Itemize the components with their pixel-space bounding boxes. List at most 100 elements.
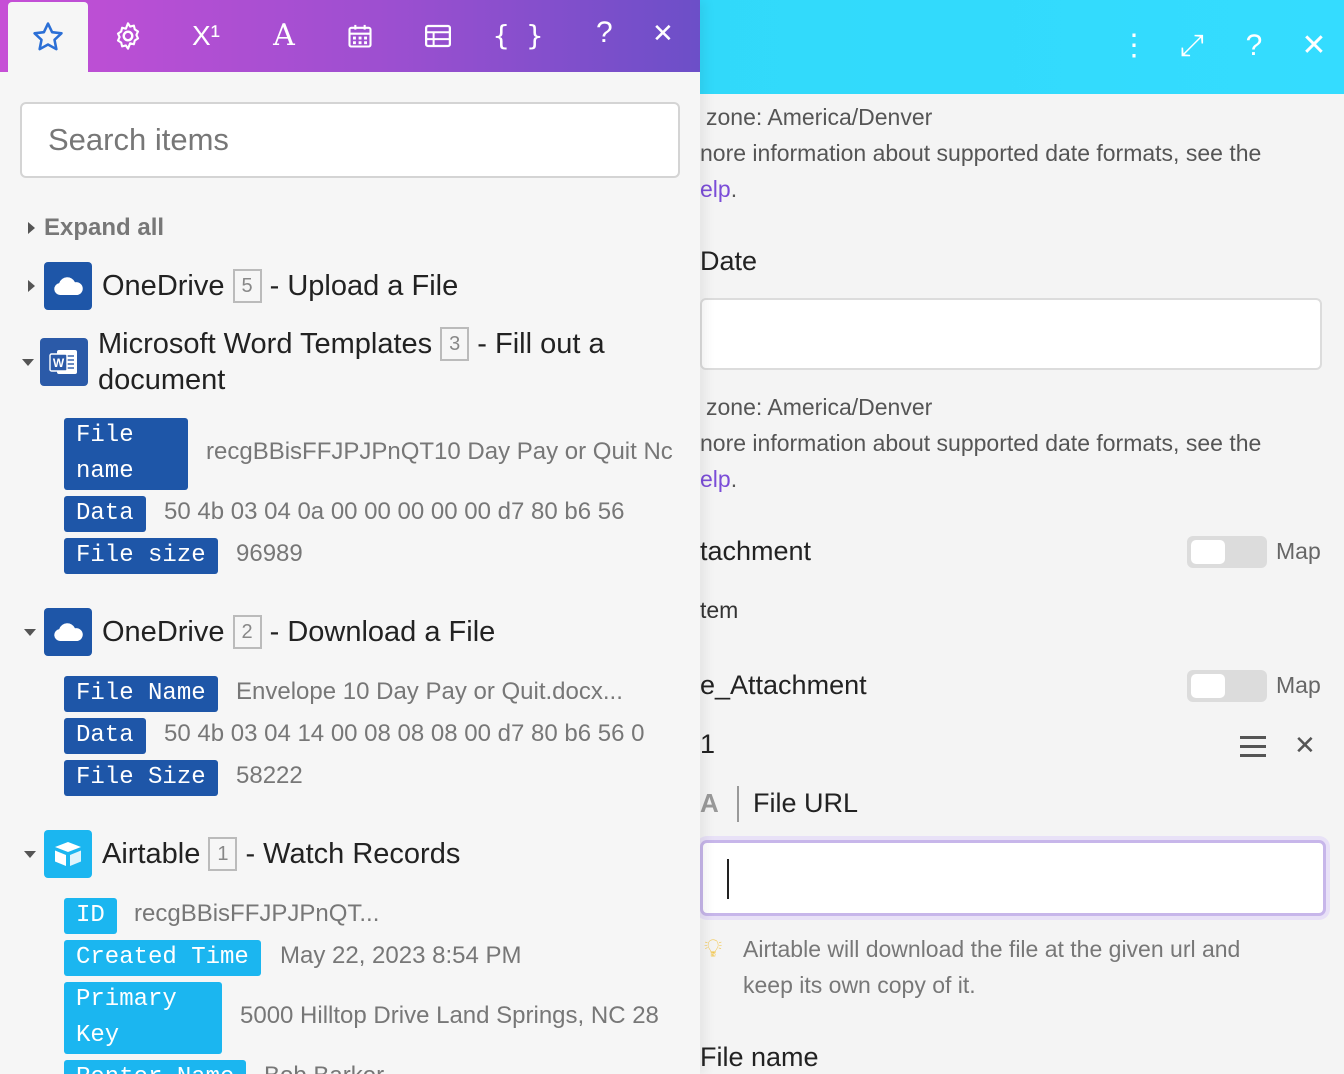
timezone-note-2: zone: America/Denver [706, 394, 933, 420]
tab-date-functions[interactable] [320, 0, 400, 72]
help-link-line: elp. [700, 176, 738, 202]
close-icon[interactable]: ✕ [652, 18, 674, 49]
module-app-name: Microsoft Word Templates [98, 328, 433, 360]
calendar-icon [348, 24, 372, 48]
toggle-knob [1191, 540, 1225, 564]
expand-icon[interactable]: ⤢ [1172, 26, 1212, 66]
search-input[interactable] [20, 102, 680, 178]
word-icon: W [40, 338, 88, 386]
mapping-pill-data[interactable]: Data [64, 496, 146, 532]
mapping-toolbar: X¹ A { } ? ✕ [0, 0, 700, 72]
date-field-label: Date [700, 246, 758, 276]
module-title[interactable]: OneDrive 5- Upload a File [102, 268, 458, 304]
pill-label: Key [76, 1022, 120, 1049]
mapping-pill-renter-name[interactable]: Renter Name [64, 1060, 247, 1074]
field-value: May 22, 2023 8:54 PM [280, 942, 522, 969]
tab-json-functions[interactable]: { } [478, 0, 558, 72]
module-app-name: OneDrive [102, 270, 225, 302]
tab-text-functions[interactable]: A [244, 0, 324, 72]
date-format-note-2: nore information about supported date fo… [700, 430, 1262, 456]
pill-label: File [76, 422, 134, 449]
field-value: recgBBisFFJPJPnQT... [134, 900, 380, 927]
collapse-caret-icon[interactable] [22, 359, 34, 366]
help-icon[interactable]: ? [596, 16, 613, 50]
item-text: tem [700, 597, 739, 623]
superscript-icon: X¹ [192, 20, 220, 51]
tab-array-functions[interactable] [398, 0, 478, 72]
gear-icon [116, 22, 140, 50]
collapse-caret-icon[interactable] [24, 851, 36, 858]
field-value: Bob Barker [264, 1062, 384, 1074]
field-value: 5000 Hilltop Drive Land Springs, NC 28 [240, 1002, 659, 1029]
attachment-label: tachment [700, 536, 812, 566]
mapping-pill-primary-key[interactable]: Primary Key [64, 982, 222, 1054]
module-title[interactable]: OneDrive 2- Download a File [102, 614, 495, 650]
star-icon [33, 22, 63, 51]
help-icon[interactable]: ? [1234, 26, 1274, 66]
module-badge: 3 [440, 327, 470, 361]
table-icon [425, 24, 451, 48]
map-label: Map [1276, 672, 1321, 698]
hint-text: Airtable will download the file at the g… [743, 936, 1241, 962]
file-url-label: File URL [753, 788, 859, 818]
field-value: 96989 [236, 540, 303, 567]
tab-favorites[interactable] [8, 2, 88, 72]
module-badge: 2 [232, 615, 262, 649]
help-link-2[interactable]: elp [700, 466, 731, 492]
expand-all-caret-icon[interactable] [28, 222, 35, 234]
tab-general-functions[interactable] [88, 0, 168, 72]
collapse-caret-icon[interactable] [28, 280, 35, 292]
field-value: recgBBisFFJPJPnQT10 Day Pay or Quit Nc [206, 438, 673, 465]
onedrive-icon [44, 608, 92, 656]
help-link-line-2: elp. [700, 466, 738, 492]
mapping-pill-data[interactable]: Data [64, 718, 146, 754]
expand-all-link[interactable]: Expand all [44, 214, 164, 242]
close-icon[interactable]: ✕ [1294, 26, 1334, 66]
module-badge: 1 [208, 837, 238, 871]
module-badge: 5 [232, 269, 262, 303]
mapping-pill-id[interactable]: ID [64, 898, 117, 934]
field-value: 50 4b 03 04 0a 00 00 00 00 00 d7 80 b6 5… [164, 498, 625, 525]
pill-label: name [76, 458, 134, 485]
mapping-pill-file-size[interactable]: File size [64, 538, 218, 574]
mapping-panel: X¹ A { } ? ✕ Expand all OneDrive5- Uploa… [0, 0, 700, 1074]
field-value: Envelope 10 Day Pay or Quit.docx... [236, 678, 623, 705]
module-action: - Fill out a [477, 328, 605, 360]
module-action: - Watch Records [245, 838, 461, 870]
reorder-icon[interactable] [1240, 734, 1266, 757]
map-toggle-type-attachment[interactable] [1187, 670, 1267, 702]
module-action: - Download a File [269, 616, 496, 648]
type-attachment-label: e_Attachment [700, 670, 867, 700]
map-toggle-attachment[interactable] [1187, 536, 1267, 568]
mapping-pill-file-size[interactable]: File Size [64, 760, 218, 796]
field-value: 58222 [236, 762, 303, 789]
module-title[interactable]: Airtable 1- Watch Records [102, 836, 460, 872]
braces-icon: { } [492, 19, 544, 52]
help-link[interactable]: elp [700, 176, 731, 202]
file-url-input[interactable] [700, 840, 1326, 916]
module-app-name: Airtable [102, 838, 201, 870]
map-label: Map [1276, 538, 1321, 564]
date-format-note: nore information about supported date fo… [700, 140, 1262, 166]
onedrive-icon [44, 262, 92, 310]
mapping-pill-created-time[interactable]: Created Time [64, 940, 261, 976]
collapse-caret-icon[interactable] [24, 629, 36, 636]
field-value: 50 4b 03 04 14 00 08 08 08 00 d7 80 b6 5… [164, 720, 645, 747]
timezone-note: zone: America/Denver [706, 104, 933, 130]
remove-item-icon[interactable]: ✕ [1294, 730, 1316, 761]
module-title[interactable]: Microsoft Word Templates 3- Fill out a [98, 326, 605, 362]
airtable-icon [44, 830, 92, 878]
text-type-icon: A [700, 788, 719, 818]
mapping-pill-file-name[interactable]: File name [64, 418, 188, 490]
toggle-knob [1191, 674, 1225, 698]
kebab-menu-icon[interactable]: ⋮ [1114, 26, 1154, 66]
date-input[interactable] [700, 298, 1322, 370]
mapping-pill-file-name[interactable]: File Name [64, 676, 218, 712]
tab-math-functions[interactable]: X¹ [166, 0, 246, 72]
divider [737, 786, 739, 822]
module-app-name: OneDrive [102, 616, 225, 648]
pill-label: Primary [76, 986, 177, 1013]
hint-text-2: keep its own copy of it. [743, 972, 976, 998]
svg-text:W: W [53, 356, 65, 370]
text-icon: A [273, 18, 295, 53]
